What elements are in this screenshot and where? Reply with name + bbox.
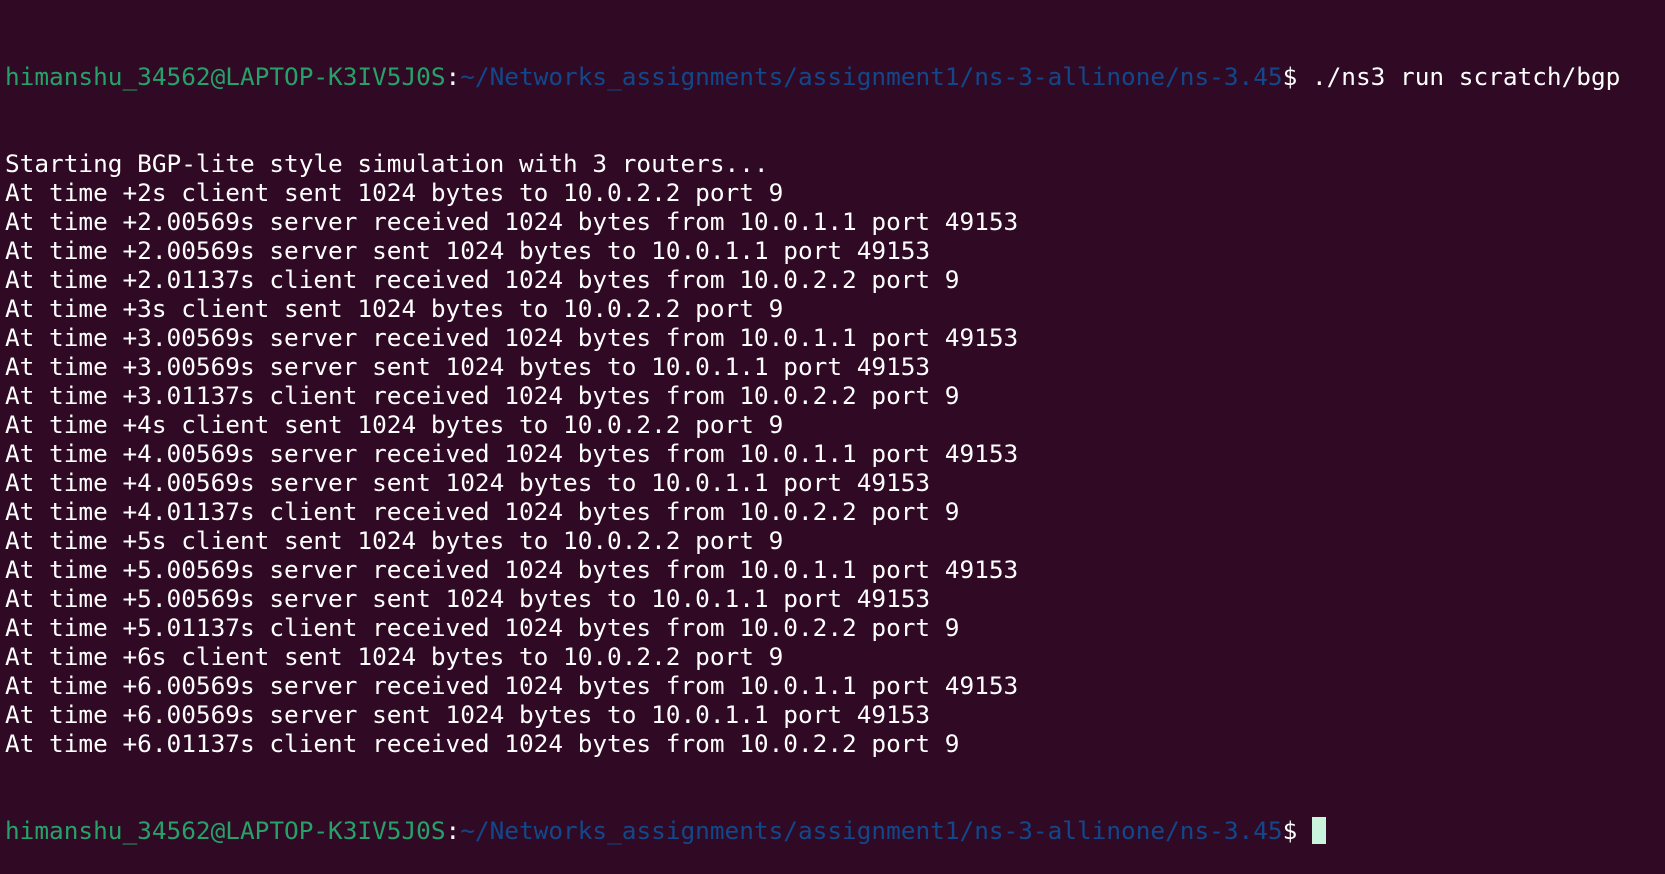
text-cursor[interactable] [1311,817,1326,844]
prompt-user-host: himanshu_34562@LAPTOP-K3IV5J0S [5,816,446,845]
output-line: At time +3.00569s server sent 1024 bytes… [5,352,931,381]
terminal-window[interactable]: himanshu_34562@LAPTOP-K3IV5J0S:~/Network… [0,0,1665,845]
output-line: At time +3.01137s client received 1024 b… [5,381,960,410]
entered-command: ./ns3 run scratch/bgp [1311,62,1621,91]
output-line: At time +6.00569s server received 1024 b… [5,671,1019,700]
output-line: At time +4s client sent 1024 bytes to 10… [5,410,784,439]
prompt-path: ~/Networks_assignments/assignment1/ns-3-… [460,62,1283,91]
prompt-path: ~/Networks_assignments/assignment1/ns-3-… [460,816,1283,845]
output-line: At time +4.00569s server sent 1024 bytes… [5,468,931,497]
output-line: At time +6.00569s server sent 1024 bytes… [5,700,931,729]
output-line: At time +2.00569s server sent 1024 bytes… [5,236,931,265]
final-prompt-line[interactable]: himanshu_34562@LAPTOP-K3IV5J0S:~/Network… [5,816,1665,845]
output-line: At time +2.00569s server received 1024 b… [5,207,1019,236]
output-line: At time +6.01137s client received 1024 b… [5,729,960,758]
output-line: At time +5.01137s client received 1024 b… [5,613,960,642]
output-line: At time +4.00569s server received 1024 b… [5,439,1019,468]
output-line: Starting BGP-lite style simulation with … [5,149,769,178]
output-line: At time +3.00569s server received 1024 b… [5,323,1019,352]
command-prompt-line: himanshu_34562@LAPTOP-K3IV5J0S:~/Network… [5,62,1665,91]
output-line: At time +3s client sent 1024 bytes to 10… [5,294,784,323]
prompt-colon: : [445,62,461,91]
command-output: Starting BGP-lite style simulation with … [5,149,1665,758]
prompt-dollar: $ [1282,62,1312,91]
output-line: At time +4.01137s client received 1024 b… [5,497,960,526]
prompt-colon: : [445,816,461,845]
output-line: At time +2s client sent 1024 bytes to 10… [5,178,784,207]
output-line: At time +5.00569s server received 1024 b… [5,555,1019,584]
output-line: At time +6s client sent 1024 bytes to 10… [5,642,784,671]
prompt-user-host: himanshu_34562@LAPTOP-K3IV5J0S [5,62,446,91]
output-line: At time +2.01137s client received 1024 b… [5,265,960,294]
output-line: At time +5s client sent 1024 bytes to 10… [5,526,784,555]
output-line: At time +5.00569s server sent 1024 bytes… [5,584,931,613]
prompt-dollar: $ [1282,816,1312,845]
